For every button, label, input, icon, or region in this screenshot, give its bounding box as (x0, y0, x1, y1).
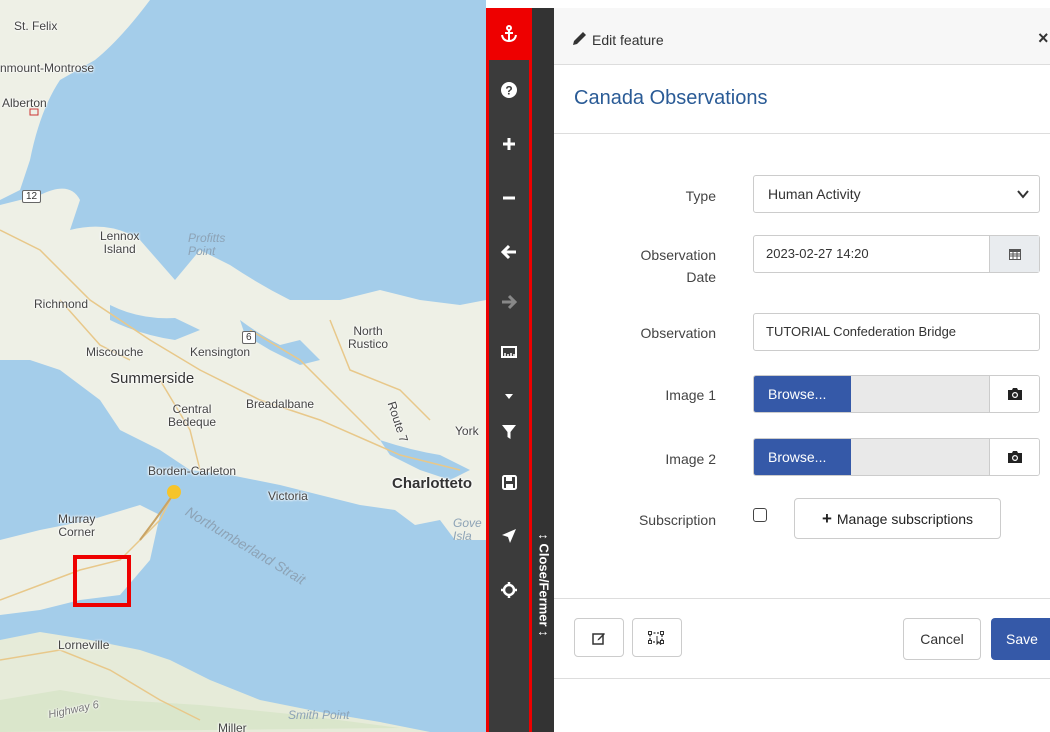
map-label-alberton: Alberton (2, 96, 47, 110)
image2-label: Image 2 (665, 451, 716, 467)
cancel-button[interactable]: Cancel (903, 618, 981, 660)
edit-feature-panel: Edit feature × Canada Observations Type … (554, 8, 1050, 732)
map-toolbar: ? (486, 8, 532, 732)
filter-icon[interactable] (489, 406, 529, 458)
help-icon[interactable]: ? (489, 64, 529, 116)
type-select-value: Human Activity (768, 186, 861, 202)
map-label-montrose: nmount-Montrose (0, 61, 95, 75)
pencil-icon (573, 32, 586, 45)
map-label-kensington: Kensington (190, 345, 251, 359)
image1-browse-button[interactable]: Browse... (754, 376, 851, 412)
map-label-borden-carleton: Borden-Carleton (148, 464, 237, 478)
route-shield-12: 12 (22, 190, 42, 203)
svg-text:?: ? (505, 84, 512, 98)
divider (554, 598, 1050, 599)
map-label-victoria: Victoria (268, 489, 308, 503)
select-area-button[interactable] (632, 618, 682, 657)
map-label-central-bedeque: Central Bedeque (168, 402, 217, 429)
type-label: Type (685, 188, 716, 204)
map-label-york: York (455, 424, 479, 438)
image1-file-input[interactable]: Browse... (753, 375, 1040, 413)
zoom-out-icon[interactable] (489, 172, 529, 224)
map-label-breadalbane: Breadalbane (246, 397, 315, 411)
camera-icon (1007, 451, 1022, 463)
image2-browse-button[interactable]: Browse... (754, 439, 851, 475)
map-label-charlottetown: Charlotteto (392, 475, 472, 492)
map-label-north-rustico: North Rustico (348, 324, 389, 351)
divider (554, 678, 1050, 679)
save-button[interactable]: Save (991, 618, 1050, 660)
type-select[interactable]: Human Activity (753, 175, 1040, 213)
locate-arrow-icon[interactable] (489, 510, 529, 562)
camera-icon (1007, 388, 1022, 400)
map-view[interactable]: St. Felix nmount-Montrose Alberton 12 Le… (0, 0, 486, 732)
save-icon[interactable] (489, 456, 529, 508)
forward-arrow-icon[interactable] (489, 276, 529, 328)
close-icon[interactable]: × (1038, 28, 1049, 49)
image1-label: Image 1 (665, 387, 716, 403)
image1-camera-button[interactable] (989, 376, 1039, 412)
map-label-richmond: Richmond (34, 297, 89, 311)
chevron-down-icon (1017, 190, 1029, 199)
observation-value: TUTORIAL Confederation Bridge (766, 324, 957, 339)
anchor-icon[interactable] (489, 8, 529, 60)
map-label-lennox-island: Lennox Island (100, 229, 140, 256)
map-label-miller: Miller (218, 721, 247, 732)
map-label-smith-point: Smith Point (288, 708, 350, 722)
map-label-miscouche: Miscouche (86, 345, 144, 359)
map-label-st-felix: St. Felix (14, 19, 58, 33)
manage-subscriptions-label: Manage subscriptions (836, 510, 974, 527)
zoom-in-icon[interactable] (489, 118, 529, 170)
edit-square-icon (592, 632, 605, 645)
subscription-label: Subscription (638, 512, 716, 528)
crosshair-icon[interactable] (489, 564, 529, 616)
back-arrow-icon[interactable] (489, 226, 529, 278)
select-area-icon (648, 630, 664, 645)
observation-input[interactable]: TUTORIAL Confederation Bridge (753, 313, 1040, 351)
map-label-murray-corner: Murray Corner (58, 512, 96, 539)
map-label-profitts-point: Profitts Point (188, 231, 226, 258)
image2-file-input[interactable]: Browse... (753, 438, 1040, 476)
subscription-checkbox[interactable] (753, 508, 767, 522)
manage-subscriptions-button[interactable]: + Manage subscriptions (794, 498, 1001, 539)
observation-date-value: 2023-02-27 14:20 (766, 246, 869, 261)
observation-date-input[interactable]: 2023-02-27 14:20 (753, 235, 1040, 273)
image2-camera-button[interactable] (989, 439, 1039, 475)
calendar-button[interactable] (989, 236, 1039, 272)
form-title: Canada Observations (574, 87, 768, 109)
edit-geometry-button[interactable] (574, 618, 624, 657)
route-shield-6: 6 (242, 331, 256, 344)
plus-icon: + (821, 508, 832, 528)
map-label-lorneville: Lorneville (58, 638, 110, 652)
observation-label: Observation (640, 325, 716, 341)
panel-header-title: Edit feature (592, 32, 664, 48)
map-label-summerside: Summerside (110, 370, 195, 387)
map-label-gove-isla: Gove Isla (453, 516, 482, 543)
panel-header: Edit feature × (554, 8, 1050, 65)
close-panel-label[interactable]: ↕ Close/Fermer ↕ (537, 533, 552, 636)
map-canvas (0, 0, 486, 732)
observation-date-label: Observation Date (640, 247, 716, 285)
calendar-icon (1008, 249, 1021, 260)
divider (554, 133, 1050, 134)
